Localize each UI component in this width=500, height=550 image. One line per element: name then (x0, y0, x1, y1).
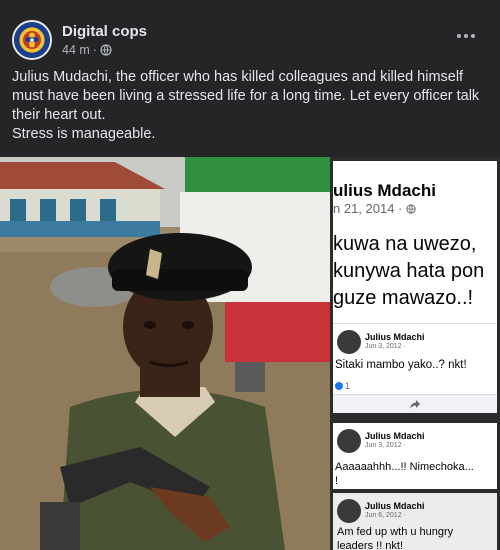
facebook-screenshots: ulius Mdachi n 21, 2014 · kuwa na uwezo,… (330, 157, 500, 550)
screenshot-date: Jun 3, 2012 · (365, 442, 406, 449)
avatar (337, 429, 361, 453)
post-time[interactable]: 44 m (62, 43, 90, 57)
screenshot-post-header: Julius Mdachi Jun 6, 2012 · (337, 499, 497, 527)
like-icon (335, 382, 343, 390)
screenshot-body-line: kunywa hata pon (333, 260, 485, 282)
globe-icon (100, 44, 112, 56)
post-caption: Julius Mudachi, the officer who has kill… (12, 68, 490, 144)
facebook-post: Digital cops 44 m · Julius Mudachi, the … (0, 0, 500, 550)
share-icon (410, 400, 420, 409)
screenshot-main-post: ulius Mdachi n 21, 2014 · kuwa na uwezo,… (333, 161, 497, 323)
screenshot-date: n 21, 2014 · (333, 201, 417, 216)
page-avatar[interactable] (12, 20, 52, 60)
screenshot-date: Jun 3, 2012 · (365, 343, 406, 350)
reaction-count: 1 (345, 381, 351, 391)
screenshot-date-text: n 21, 2014 · (333, 201, 403, 216)
screenshot-author: ulius Mdachi (333, 181, 436, 200)
screenshot-body: kuwa na uwezo, kunywa hata pon guze mawa… (333, 231, 484, 312)
screenshot-text-line: leaders !! nkt! (337, 540, 404, 550)
screenshot-text: Aaaaaahhh...!! Nimechoka... ! (335, 460, 474, 488)
screenshot-post-header: Julius Mdachi Jun 3, 2012 · (337, 330, 497, 358)
screenshot-body-line: guze mawazo..! (333, 287, 474, 309)
screenshot-author: Julius Mdachi (365, 431, 425, 441)
screenshot-author: Julius Mdachi (365, 501, 425, 511)
screenshot-text-line: ! (335, 475, 339, 487)
avatar (337, 330, 361, 354)
screenshot-text: Am fed up wth u hungry leaders !! nkt! (337, 525, 453, 550)
screenshot-post-1: Julius Mdachi Jun 3, 2012 · Sitaki mambo… (333, 323, 497, 413)
post-meta: 44 m · (62, 43, 112, 57)
screenshot-reactions: 1 (335, 381, 350, 391)
police-emblem-icon (14, 22, 50, 58)
post-header: Digital cops 44 m · (12, 18, 488, 62)
screenshot-post-2: Julius Mdachi Jun 3, 2012 · Aaaaaahhh...… (333, 423, 497, 489)
globe-icon (406, 203, 417, 214)
screenshot-text-line: Am fed up wth u hungry (337, 526, 454, 538)
page-name[interactable]: Digital cops (62, 23, 147, 40)
avatar (337, 499, 361, 523)
screenshot-post-3: Julius Mdachi Jun 6, 2012 · Am fed up wt… (333, 493, 497, 550)
post-media[interactable]: ulius Mdachi n 21, 2014 · kuwa na uwezo,… (0, 157, 500, 550)
more-horizontal-icon[interactable] (452, 26, 480, 46)
screenshot-post-header: Julius Mdachi Jun 3, 2012 · (337, 429, 497, 457)
caption-line: Julius Mudachi, the officer who has kill… (12, 69, 480, 123)
caption-line: Stress is manageable. (12, 126, 156, 142)
screenshot-body-line: kuwa na uwezo, (333, 233, 477, 255)
screenshot-text: Sitaki mambo yako..? nkt! (335, 359, 467, 371)
screenshot-date: Jun 6, 2012 · (365, 512, 406, 519)
meta-separator: · (92, 43, 97, 57)
screenshot-text-line: Aaaaaahhh...!! Nimechoka... (335, 461, 474, 473)
officer-selfie-photo[interactable] (0, 157, 330, 550)
screenshot-author: Julius Mdachi (365, 332, 425, 342)
share-bar (333, 394, 497, 413)
